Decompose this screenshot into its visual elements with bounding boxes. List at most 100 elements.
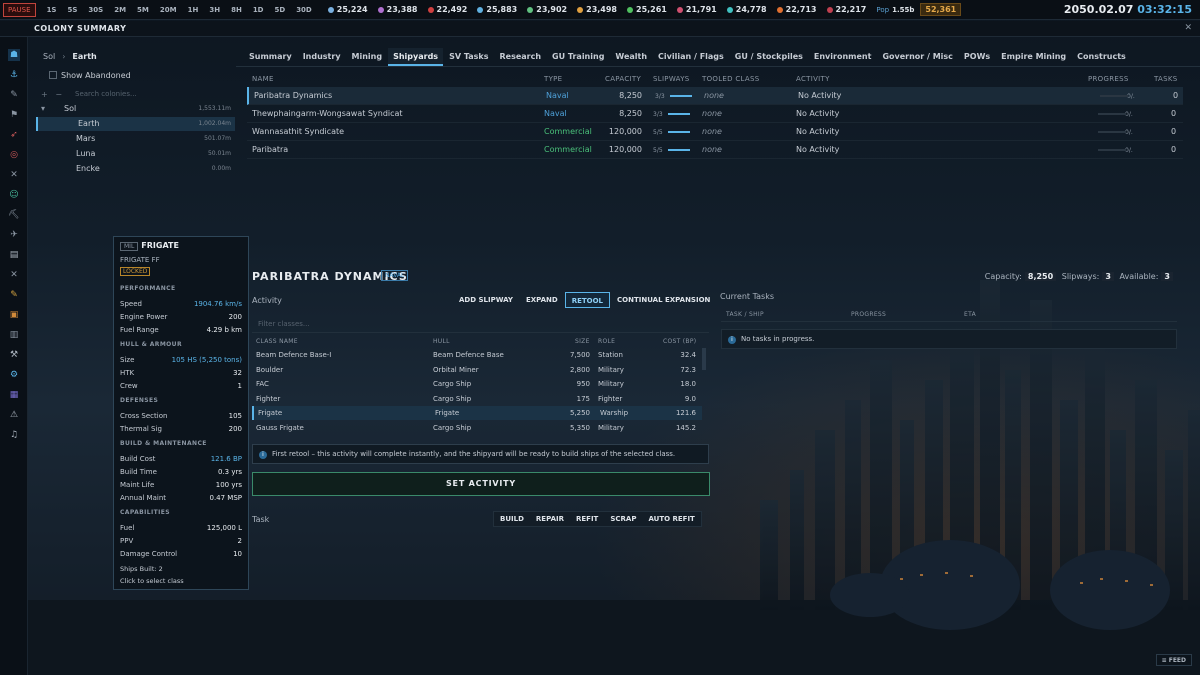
class-col-role[interactable]: ROLE (598, 338, 615, 345)
clipboard-icon[interactable]: ▥ (8, 329, 20, 341)
continual-expansion-button[interactable]: CONTINUAL EXPANSION (611, 292, 716, 308)
cross-icon[interactable]: ✕ (8, 269, 20, 281)
satellite-icon[interactable]: ✈ (8, 229, 20, 241)
tools-icon[interactable]: ⚒ (8, 349, 20, 361)
target-icon[interactable]: ◎ (8, 149, 20, 161)
colony-item-encke[interactable]: Encke 0.00m (36, 162, 235, 176)
collapse-all-button[interactable]: − (55, 90, 62, 99)
speed-button-5d[interactable]: 5D (275, 6, 286, 14)
speed-button-1d[interactable]: 1D (253, 6, 264, 14)
class-col-name[interactable]: CLASS NAME (256, 338, 298, 345)
shipyard-type: Commercial (544, 127, 592, 136)
expand-all-button[interactable]: + (41, 90, 48, 99)
tab-empire-mining[interactable]: Empire Mining (996, 48, 1071, 66)
colony-item-luna[interactable]: Luna 50.01m (36, 147, 235, 161)
speed-button-30s[interactable]: 30S (88, 6, 103, 14)
speed-button-20m[interactable]: 20M (160, 6, 177, 14)
set-activity-button[interactable]: SET ACTIVITY (252, 472, 710, 496)
gear-icon[interactable]: ⚙ (8, 369, 20, 381)
auto-refit-button[interactable]: AUTO REFIT (642, 512, 700, 526)
repair-button[interactable]: REPAIR (530, 512, 570, 526)
tree-system-sol[interactable]: ▾ Sol 1,553.11m (36, 102, 235, 116)
tag-icon[interactable]: ✎ (8, 289, 20, 301)
col-activity[interactable]: ACTIVITY (796, 75, 830, 83)
col-name[interactable]: NAME (252, 75, 274, 83)
breadcrumb-root[interactable]: Sol (43, 52, 55, 61)
tab-research[interactable]: Research (494, 48, 546, 66)
pause-button[interactable]: PAUSE (3, 2, 36, 17)
resource-value: 23,388 (386, 5, 418, 14)
document-icon[interactable]: ▤ (8, 249, 20, 261)
wrench-icon[interactable]: ✎ (8, 89, 20, 101)
shipyard-row[interactable]: Paribatra Dynamics Naval 8,250 3/3 none No Ac… (247, 87, 1183, 105)
speed-button-8h[interactable]: 8H (231, 6, 242, 14)
tab-civilian-flags[interactable]: Civilian / Flags (653, 48, 729, 66)
speed-button-1s[interactable]: 1S (47, 6, 57, 14)
add-slipway-button[interactable]: ADD SLIPWAY (453, 292, 519, 308)
scrap-button[interactable]: SCRAP (604, 512, 642, 526)
anchor-icon[interactable]: ⚓ (8, 69, 20, 81)
warning-icon[interactable]: ⚠ (8, 409, 20, 421)
speed-button-1h[interactable]: 1H (188, 6, 199, 14)
retool-button[interactable]: RETOOL (564, 292, 611, 308)
chart-icon[interactable]: ▦ (8, 389, 20, 401)
tab-environment[interactable]: Environment (809, 48, 877, 66)
tab-gu-training[interactable]: GU Training (547, 48, 609, 66)
shipyard-row[interactable]: Thewphaingarm-Wongsawat Syndicat Naval 8,2… (247, 105, 1183, 123)
class-row[interactable]: Fighter Cargo Ship 175 Fighter 9.0 (252, 392, 702, 406)
col-type[interactable]: TYPE (544, 75, 562, 83)
feed-button[interactable]: ≡ FEED (1155, 654, 1192, 666)
col-slipways[interactable]: SLIPWAYS (653, 75, 690, 83)
tab-shipyards[interactable]: Shipyards (388, 48, 444, 66)
box-icon[interactable]: ▣ (8, 309, 20, 321)
shipyard-row[interactable]: Paribatra Commercial 120,000 5/5 none No Acti… (247, 141, 1183, 159)
crossed-swords-icon[interactable]: ✕ (8, 169, 20, 181)
music-icon[interactable]: ♫ (8, 429, 20, 441)
close-icon[interactable]: ✕ (1184, 23, 1192, 33)
class-row[interactable]: Boulder Orbital Miner 2,800 Military 72.3 (252, 363, 702, 377)
person-icon[interactable]: ☺ (8, 189, 20, 201)
class-row[interactable]: Gauss Frigate Cargo Ship 5,350 Military 145.… (252, 421, 702, 435)
tab-pows[interactable]: POWs (959, 48, 995, 66)
class-list-scrollbar[interactable] (702, 348, 706, 370)
shipyard-row[interactable]: Wannasathit Syndicate Commercial 120,000 5/… (247, 123, 1183, 141)
tab-summary[interactable]: Summary (244, 48, 297, 66)
filter-classes-input[interactable]: Filter classes... (252, 317, 709, 333)
class-row[interactable]: FAC Cargo Ship 950 Military 18.0 (252, 377, 702, 391)
speed-button-30d[interactable]: 30D (296, 6, 312, 14)
class-row[interactable]: Frigate Frigate 5,250 Warship 121.6 (252, 406, 702, 420)
class-col-hull[interactable]: HULL (433, 338, 450, 345)
chevron-down-icon[interactable]: ▾ (41, 104, 45, 113)
col-tooled[interactable]: TOOLED CLASS (702, 75, 759, 83)
class-row[interactable]: Beam Defence Base-I Beam Defence Base 7,50… (252, 348, 702, 362)
build-button[interactable]: BUILD (494, 512, 530, 526)
col-capacity[interactable]: CAPACITY (605, 75, 641, 83)
rocket-icon[interactable]: ➶ (8, 129, 20, 141)
tab-sv-tasks[interactable]: SV Tasks (444, 48, 493, 66)
expand-button[interactable]: EXPAND (520, 292, 564, 308)
refit-button[interactable]: REFIT (570, 512, 604, 526)
speed-button-2m[interactable]: 2M (114, 6, 126, 14)
colony-item-earth[interactable]: Earth 1,002.04m (36, 117, 235, 131)
class-col-size[interactable]: SIZE (575, 338, 590, 345)
tab-gu-stockpiles[interactable]: GU / Stockpiles (730, 48, 808, 66)
tab-governor-misc[interactable]: Governor / Misc (877, 48, 957, 66)
tab-constructs[interactable]: Constructs (1072, 48, 1131, 66)
col-progress[interactable]: PROGRESS (1088, 75, 1129, 83)
tab-industry[interactable]: Industry (298, 48, 346, 66)
tab-mining[interactable]: Mining (347, 48, 388, 66)
speed-button-5s[interactable]: 5S (67, 6, 77, 14)
speed-button-5m[interactable]: 5M (137, 6, 149, 14)
show-abandoned-label[interactable]: Show Abandoned (61, 71, 131, 80)
show-abandoned-checkbox[interactable] (49, 71, 57, 79)
class-col-cost[interactable]: COST (BP) (663, 338, 696, 345)
colony-search-input[interactable]: Search colonies... (75, 90, 137, 98)
flag-icon[interactable]: ⚑ (8, 109, 20, 121)
tab-wealth[interactable]: Wealth (610, 48, 652, 66)
pickaxe-icon[interactable]: ⛏ (8, 209, 20, 221)
speed-button-3h[interactable]: 3H (209, 6, 220, 14)
colony-item-mars[interactable]: Mars 501.07m (36, 132, 235, 146)
class-hull: Cargo Ship (433, 394, 472, 403)
col-tasks[interactable]: TASKS (1154, 75, 1178, 83)
home-icon[interactable]: ☗ (8, 49, 20, 61)
